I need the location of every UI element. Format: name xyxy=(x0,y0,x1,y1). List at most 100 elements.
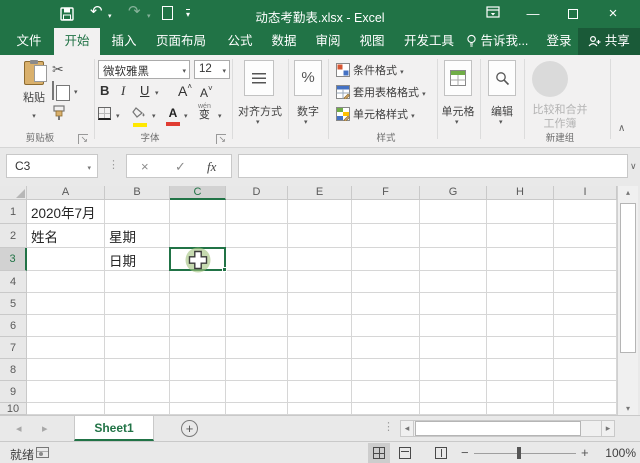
horizontal-scrollbar[interactable]: ◂ ▸ xyxy=(400,420,615,437)
tab-view[interactable]: 视图 xyxy=(352,28,392,55)
cell-G8[interactable] xyxy=(420,359,487,381)
cell-H8[interactable] xyxy=(487,359,554,381)
ribbon-display-options-icon[interactable] xyxy=(478,6,508,23)
row-header-6[interactable]: 6 xyxy=(0,315,27,337)
cell-G6[interactable] xyxy=(420,315,487,337)
bold-button[interactable]: B xyxy=(100,83,109,98)
cell-D6[interactable] xyxy=(226,315,288,337)
view-page-layout-button[interactable] xyxy=(394,443,416,463)
row-header-3[interactable]: 3 xyxy=(0,248,27,271)
cell-D4[interactable] xyxy=(226,271,288,293)
phonetic-guide-icon[interactable]: wén 变 xyxy=(198,103,211,119)
font-size-dropdown-icon[interactable]: ▾ xyxy=(222,67,226,75)
column-header-D[interactable]: D xyxy=(226,186,288,200)
cell-F5[interactable] xyxy=(352,293,420,315)
italic-button[interactable]: I xyxy=(121,83,125,99)
alignment-button[interactable] xyxy=(244,60,274,96)
cell-I2[interactable] xyxy=(554,224,617,248)
column-header-I[interactable]: I xyxy=(554,186,617,200)
cell-H4[interactable] xyxy=(487,271,554,293)
cell-C2[interactable] xyxy=(170,224,226,248)
vertical-scrollbar[interactable]: ▴ ▾ xyxy=(617,186,638,415)
cell-B4[interactable] xyxy=(105,271,170,293)
cell-H2[interactable] xyxy=(487,224,554,248)
cell-D9[interactable] xyxy=(226,381,288,403)
cell-F7[interactable] xyxy=(352,337,420,359)
cell-D10[interactable] xyxy=(226,403,288,415)
sheet-tab-sheet1[interactable]: Sheet1 xyxy=(74,416,154,441)
cell-B2[interactable]: 星期 xyxy=(105,224,170,248)
cell-A5[interactable] xyxy=(27,293,105,315)
cell-F9[interactable] xyxy=(352,381,420,403)
number-dropdown-icon[interactable]: ▾ xyxy=(304,118,308,126)
row-header-1[interactable]: 1 xyxy=(0,200,27,224)
name-box[interactable]: C3▾ xyxy=(6,154,98,178)
number-format-button[interactable]: % xyxy=(294,60,322,96)
column-header-H[interactable]: H xyxy=(487,186,554,200)
cell-A10[interactable] xyxy=(27,403,105,415)
cell-G1[interactable] xyxy=(420,200,487,224)
cell-G4[interactable] xyxy=(420,271,487,293)
cell-B9[interactable] xyxy=(105,381,170,403)
row-header-7[interactable]: 7 xyxy=(0,337,27,359)
row-header-8[interactable]: 8 xyxy=(0,359,27,381)
format-as-table-button[interactable]: 套用表格格式 ▾ xyxy=(336,84,426,102)
horizontal-scroll-thumb[interactable] xyxy=(415,421,581,436)
tab-data[interactable]: 数据 xyxy=(264,28,304,55)
row-header-9[interactable]: 9 xyxy=(0,381,27,403)
expand-formula-bar-icon[interactable]: ∨ xyxy=(630,161,637,172)
sheet-nav-prev-icon[interactable]: ◂ xyxy=(16,422,22,435)
column-header-C[interactable]: C xyxy=(170,186,226,200)
cell-E2[interactable] xyxy=(288,224,352,248)
cell-I7[interactable] xyxy=(554,337,617,359)
fill-handle[interactable] xyxy=(222,267,227,272)
zoom-out-icon[interactable]: − xyxy=(461,445,469,460)
cell-H10[interactable] xyxy=(487,403,554,415)
cell-E6[interactable] xyxy=(288,315,352,337)
increase-font-icon[interactable]: A˄ xyxy=(178,82,192,99)
scroll-down-icon[interactable]: ▾ xyxy=(618,404,638,413)
cell-E7[interactable] xyxy=(288,337,352,359)
cell-A3[interactable] xyxy=(27,248,105,271)
tab-review[interactable]: 审阅 xyxy=(308,28,348,55)
column-header-E[interactable]: E xyxy=(288,186,352,200)
share-button[interactable]: 共享 xyxy=(578,28,640,55)
maximize-button[interactable] xyxy=(558,6,588,23)
view-normal-button[interactable] xyxy=(368,443,390,463)
scroll-up-icon[interactable]: ▴ xyxy=(618,188,638,197)
sheet-nav-next-icon[interactable]: ▸ xyxy=(42,422,48,435)
cell-I1[interactable] xyxy=(554,200,617,224)
zoom-slider-handle[interactable] xyxy=(517,447,521,459)
cell-E10[interactable] xyxy=(288,403,352,415)
cell-F2[interactable] xyxy=(352,224,420,248)
cell-F10[interactable] xyxy=(352,403,420,415)
cell-F3[interactable] xyxy=(352,248,420,271)
cell-H5[interactable] xyxy=(487,293,554,315)
confirm-entry-icon[interactable]: ✓ xyxy=(175,159,186,175)
tab-file[interactable]: 文件 xyxy=(8,28,50,55)
scroll-right-icon[interactable]: ▸ xyxy=(601,421,614,436)
cell-B5[interactable] xyxy=(105,293,170,315)
cell-A6[interactable] xyxy=(27,315,105,337)
font-size-input[interactable]: 12▾ xyxy=(194,60,230,79)
borders-icon[interactable] xyxy=(98,107,111,125)
cell-G10[interactable] xyxy=(420,403,487,415)
editing-dropdown-icon[interactable]: ▾ xyxy=(499,118,503,126)
cell-A8[interactable] xyxy=(27,359,105,381)
cell-C9[interactable] xyxy=(170,381,226,403)
fill-color-dropdown-icon[interactable]: ▾ xyxy=(152,112,156,120)
cell-I10[interactable] xyxy=(554,403,617,415)
underline-button[interactable]: U xyxy=(140,83,149,98)
cell-I8[interactable] xyxy=(554,359,617,381)
new-sheet-button[interactable]: + xyxy=(181,420,198,437)
cell-D1[interactable] xyxy=(226,200,288,224)
cell-E9[interactable] xyxy=(288,381,352,403)
zoom-slider-track[interactable] xyxy=(474,453,576,454)
clipboard-dialog-launcher-icon[interactable]: ↘ xyxy=(78,134,88,144)
row-header-2[interactable]: 2 xyxy=(0,224,27,248)
cell-I3[interactable] xyxy=(554,248,617,271)
cell-E4[interactable] xyxy=(288,271,352,293)
cell-C4[interactable] xyxy=(170,271,226,293)
cell-B6[interactable] xyxy=(105,315,170,337)
cell-G9[interactable] xyxy=(420,381,487,403)
